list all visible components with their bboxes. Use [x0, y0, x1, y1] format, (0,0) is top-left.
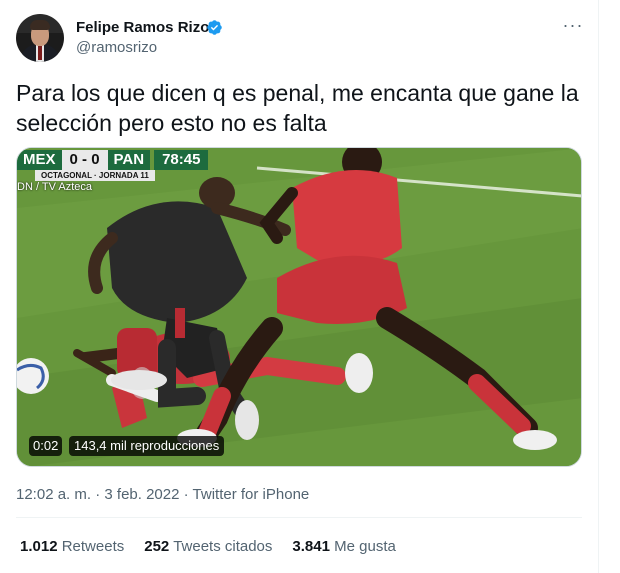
tweet-date[interactable]: 3 feb. 2022: [104, 486, 179, 503]
video-frame: [17, 148, 581, 466]
retweets-count: 1.012: [20, 538, 58, 555]
avatar[interactable]: [16, 14, 64, 62]
video-player[interactable]: MEX 0 - 0 PAN 78:45 OCTAGONAL · JORNADA …: [16, 147, 582, 467]
quotes-count: 252: [144, 538, 170, 555]
scoreboard-subtitle: OCTAGONAL · JORNADA 11: [35, 170, 155, 181]
tweet-source[interactable]: Twitter for iPhone: [193, 486, 310, 503]
verified-badge-icon: [207, 20, 222, 35]
author-name[interactable]: Felipe Ramos Rizo: [76, 19, 209, 36]
tweet-stats: 1.012 Retweets 252 Tweets citados 3.841 …: [20, 538, 396, 555]
video-views: 143,4 mil reproducciones: [69, 436, 225, 456]
meta-separator: ·: [183, 486, 189, 503]
broadcaster-label: DN / TV Azteca: [17, 181, 92, 193]
divider: [16, 517, 582, 518]
author-handle[interactable]: @ramosrizo: [76, 39, 157, 56]
likes-stat[interactable]: 3.841 Me gusta: [292, 538, 395, 555]
likes-count: 3.841: [292, 538, 330, 555]
quotes-stat[interactable]: 252 Tweets citados: [144, 538, 272, 555]
meta-separator: ·: [95, 486, 101, 503]
video-duration: 0:02: [29, 436, 63, 456]
tweet-meta: 12:02 a. m. · 3 feb. 2022 · Twitter for …: [16, 486, 309, 503]
retweets-stat[interactable]: 1.012 Retweets: [20, 538, 124, 555]
column-border: [598, 0, 599, 573]
tweet: Felipe Ramos Rizo @ramosrizo ··· Para lo…: [0, 0, 598, 573]
tweet-text: Para los que dicen q es penal, me encant…: [16, 80, 579, 136]
quotes-label: Tweets citados: [173, 538, 273, 555]
more-options-icon[interactable]: ···: [560, 16, 586, 38]
score: 0 - 0: [61, 150, 108, 170]
tweet-time[interactable]: 12:02 a. m.: [16, 486, 91, 503]
away-team: PAN: [107, 150, 151, 170]
home-team: MEX: [17, 150, 62, 170]
likes-label: Me gusta: [334, 538, 396, 555]
retweets-label: Retweets: [61, 538, 125, 555]
match-clock: 78:45: [154, 150, 209, 170]
scoreboard: MEX 0 - 0 PAN 78:45: [17, 150, 209, 170]
